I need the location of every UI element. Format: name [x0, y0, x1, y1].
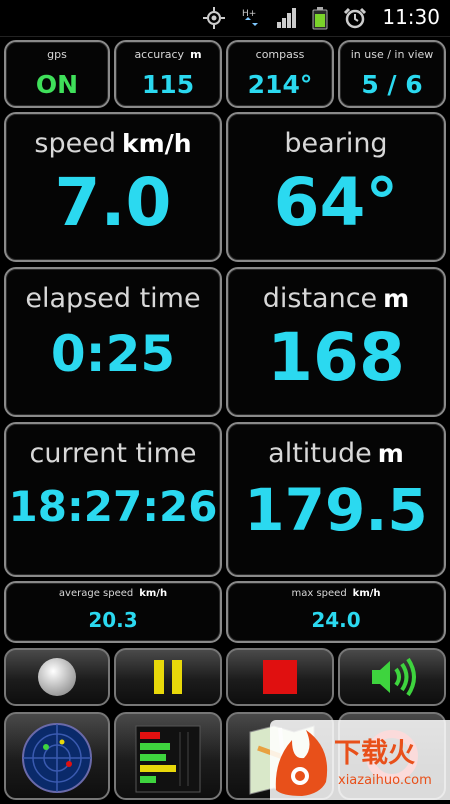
gps-value: ON: [35, 70, 79, 99]
battery-icon: [312, 7, 328, 30]
max-speed-value: 24.0: [311, 608, 361, 632]
elapsed-time-label: elapsed time: [25, 283, 201, 314]
current-time-tile: current time 18:27:26: [4, 422, 222, 577]
bearing-value: 64°: [273, 164, 399, 241]
accuracy-label-text: accuracy: [134, 48, 185, 61]
altitude-label: altitude m: [228, 438, 444, 469]
current-time-value: 18:27:26: [8, 482, 218, 531]
record-button[interactable]: [4, 648, 110, 706]
accuracy-panel: accuracy m 115: [114, 40, 222, 108]
speed-tile: speed km/h 7.0: [4, 112, 222, 262]
bearing-label: bearing: [284, 128, 388, 159]
average-speed-unit: km/h: [139, 588, 168, 599]
radar-icon: [22, 723, 92, 793]
stop-icon: [263, 660, 297, 694]
max-speed-unit: km/h: [352, 588, 381, 599]
average-speed-label: average speed km/h: [6, 588, 220, 599]
current-time-label: current time: [29, 438, 197, 469]
radar-button[interactable]: [4, 712, 110, 800]
average-speed-panel: average speed km/h 20.3: [4, 581, 222, 643]
stop-button[interactable]: [226, 648, 334, 706]
max-speed-panel: max speed km/h 24.0: [226, 581, 446, 643]
speed-label: speed km/h: [6, 128, 220, 159]
accuracy-label: accuracy m: [116, 48, 220, 61]
svg-text:xiazaihuo.com: xiazaihuo.com: [338, 773, 432, 788]
distance-unit: m: [383, 284, 410, 313]
data-activity-icon: H+: [242, 9, 258, 26]
status-bar: H+ 11:30: [0, 0, 450, 37]
altitude-value: 179.5: [244, 476, 428, 544]
distance-value: 168: [267, 319, 405, 396]
svg-text:下载火: 下载火: [334, 738, 415, 769]
compass-value: 214°: [247, 70, 313, 99]
average-speed-value: 20.3: [88, 608, 138, 632]
elapsed-time-tile: elapsed time 0:25: [4, 267, 222, 417]
satellites-panel: in use / in view 5 / 6: [338, 40, 446, 108]
accuracy-value: 115: [141, 70, 195, 99]
altitude-unit: m: [377, 439, 404, 468]
altitude-label-text: altitude: [268, 438, 372, 469]
compass-label: compass: [255, 48, 305, 61]
record-icon: [38, 658, 76, 696]
svg-text:H+: H+: [242, 9, 256, 19]
sound-button[interactable]: [338, 648, 446, 706]
gps-icon: [203, 7, 225, 29]
distance-label-text: distance: [262, 283, 378, 314]
satellites-label: in use / in view: [350, 48, 434, 61]
speed-value: 7.0: [54, 164, 172, 241]
elapsed-time-value: 0:25: [50, 325, 176, 383]
clock: 11:30: [382, 5, 440, 29]
watermark-logo: 下载火 xiazaihuo.com: [275, 730, 432, 796]
average-speed-label-text: average speed: [58, 588, 134, 599]
sound-icon: [372, 657, 416, 697]
accuracy-unit: m: [190, 48, 202, 61]
max-speed-label: max speed km/h: [228, 588, 444, 599]
gps-panel: gps ON: [4, 40, 110, 108]
alarm-icon: [343, 7, 367, 29]
satellite-bars-icon: [135, 725, 201, 793]
distance-tile: distance m 168: [226, 267, 446, 417]
altitude-tile: altitude m 179.5: [226, 422, 446, 577]
pause-icon: [154, 660, 182, 694]
bearing-tile: bearing 64°: [226, 112, 446, 262]
speed-label-text: speed: [34, 128, 116, 159]
max-speed-label-text: max speed: [291, 588, 347, 599]
satellites-value: 5 / 6: [361, 70, 423, 99]
pause-button[interactable]: [114, 648, 222, 706]
gps-label: gps: [47, 48, 67, 61]
compass-panel: compass 214°: [226, 40, 334, 108]
speed-unit: km/h: [121, 129, 192, 158]
signal-icon: [277, 8, 296, 28]
watermark: 下载火 xiazaihuo.com: [270, 720, 450, 800]
distance-label: distance m: [228, 283, 444, 314]
satellite-bars-button[interactable]: [114, 712, 222, 800]
